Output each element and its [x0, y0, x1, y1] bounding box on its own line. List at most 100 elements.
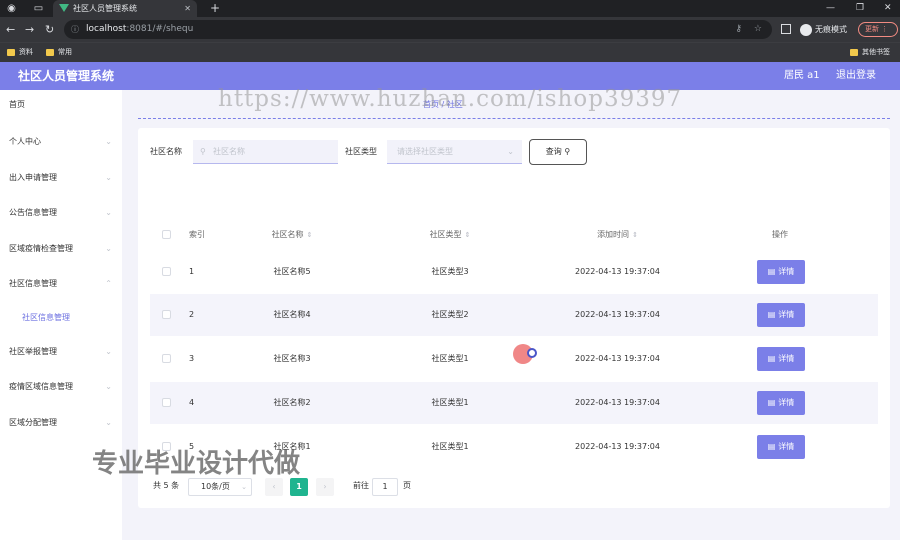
side-panel-icon[interactable] [781, 24, 791, 34]
header-label: 添加时间 [597, 230, 630, 239]
minimize-icon[interactable]: — [826, 0, 835, 17]
name-input-placeholder: 社区名称 [213, 147, 245, 156]
key-icon[interactable]: ⚷ [735, 20, 742, 39]
vue-logo-icon [59, 4, 69, 12]
logout-link[interactable]: 退出登录 [836, 62, 876, 90]
query-button-label: 查询 [545, 147, 562, 156]
new-tab-icon[interactable]: + [210, 0, 220, 17]
browser-tab[interactable]: 社区人员管理系统 ✕ [53, 0, 197, 17]
sort-icon[interactable]: ⇕ [465, 231, 471, 239]
chevron-down-icon: ⌄ [105, 418, 112, 427]
detail-button[interactable]: ▤ 详情 [757, 260, 805, 284]
cell-name: 社区名称3 [273, 354, 311, 363]
header-name[interactable]: 社区名称 ⇕ [242, 220, 342, 250]
cell-name: 社区名称5 [273, 267, 311, 276]
detail-label: 详情 [778, 398, 795, 407]
chevron-down-icon: ⌄ [241, 483, 247, 491]
maximize-icon[interactable]: ❐ [856, 0, 864, 17]
table-row: 2 社区名称4 社区类型2 2022-04-13 19:37:04 ▤ 详情 [150, 294, 878, 336]
table-row: 4 社区名称2 社区类型1 2022-04-13 19:37:04 ▤ 详情 [150, 382, 878, 424]
bookmark-label: 资料 [19, 48, 33, 56]
select-all-checkbox[interactable] [162, 230, 171, 239]
sidebar-item-community-info[interactable]: 社区信息管理 ⌃ [0, 274, 122, 294]
cell-index: 1 [189, 267, 195, 276]
update-label: 更新 [865, 25, 879, 33]
query-button[interactable]: 查询 ⚲ [529, 139, 587, 165]
chevron-down-icon: ⌄ [105, 347, 112, 356]
page-number-current[interactable]: 1 [290, 478, 308, 496]
address-bar[interactable]: ⓘ localhost:8081/#/shequ ⚷ ☆ [64, 20, 772, 39]
goto-page-input[interactable]: 1 [372, 478, 398, 496]
sidebar-item-announcements[interactable]: 公告信息管理 ⌄ [0, 203, 122, 223]
site-info-icon[interactable]: ⓘ [71, 20, 79, 39]
sidebar-subitem-community-info[interactable]: 社区信息管理 [0, 308, 122, 328]
sidebar-item-reports[interactable]: 社区举报管理 ⌄ [0, 342, 122, 362]
browser-menu-icon[interactable]: ◉ [6, 3, 17, 14]
document-icon: ▤ [767, 267, 776, 276]
detail-button[interactable]: ▤ 详情 [757, 303, 805, 327]
url-watermark: https://www.huzhan.com/ishop39397 [218, 86, 683, 112]
update-button[interactable]: 更新 ⋮ [858, 22, 898, 37]
chevron-right-icon: › [323, 482, 327, 491]
page-size-select[interactable]: 10条/页 ⌄ [188, 478, 252, 496]
detail-label: 详情 [778, 267, 795, 276]
community-type-select[interactable]: 请选择社区类型 ⌄ [387, 140, 522, 164]
row-checkbox[interactable] [162, 310, 171, 319]
sidebar-item-access-requests[interactable]: 出入申请管理 ⌄ [0, 168, 122, 188]
cell-time: 2022-04-13 19:37:04 [575, 310, 660, 319]
sidebar-item-profile[interactable]: 个人中心 ⌄ [0, 132, 122, 152]
sidebar-item-epidemic-checks[interactable]: 区域疫情检查管理 ⌄ [0, 239, 122, 259]
sidebar-item-label: 疫情区域信息管理 [9, 382, 73, 391]
other-bookmarks-label: 其他书签 [862, 48, 890, 56]
community-name-input[interactable]: ⚲ 社区名称 [193, 140, 338, 164]
folder-icon [850, 48, 858, 56]
table-header: 索引 社区名称 ⇕ 社区类型 ⇕ 添加时间 ⇕ 操作 [150, 220, 878, 250]
back-icon[interactable]: ← [6, 23, 15, 36]
cell-time: 2022-04-13 19:37:04 [575, 398, 660, 407]
chevron-up-icon: ⌃ [105, 279, 112, 288]
sort-icon[interactable]: ⇕ [632, 231, 638, 239]
sidebar-item-label: 区域分配管理 [9, 418, 57, 427]
incognito-label: 无痕模式 [815, 25, 847, 34]
sidebar-item-label: 出入申请管理 [9, 173, 57, 182]
chevron-down-icon: ⌄ [507, 147, 514, 156]
row-checkbox[interactable] [162, 354, 171, 363]
detail-button[interactable]: ▤ 详情 [757, 347, 805, 371]
pagination-total: 共 5 条 [153, 481, 180, 490]
tab-search-icon[interactable]: ▭ [33, 3, 44, 14]
sidebar-item-label: 社区信息管理 [9, 279, 57, 288]
search-icon: ⚲ [200, 147, 206, 156]
detail-button[interactable]: ▤ 详情 [757, 391, 805, 415]
type-filter-label: 社区类型 [345, 147, 377, 156]
header-type[interactable]: 社区类型 ⇕ [385, 220, 515, 250]
sidebar-item-label: 社区举报管理 [9, 347, 57, 356]
header-action: 操作 [730, 220, 830, 250]
sidebar-item-home[interactable]: 首页 [0, 95, 122, 115]
bookmark-changyong[interactable]: 常用 [46, 47, 72, 58]
document-icon: ▤ [767, 310, 776, 319]
bookmarks-bar: 资料 常用 其他书签 [0, 42, 900, 62]
bookmark-star-icon[interactable]: ☆ [754, 20, 762, 39]
window-close-icon[interactable]: ✕ [884, 0, 892, 17]
bookmark-ziliao[interactable]: 资料 [7, 47, 33, 58]
forward-icon[interactable]: → [25, 23, 34, 36]
row-checkbox[interactable] [162, 267, 171, 276]
table-row: 1 社区名称5 社区类型3 2022-04-13 19:37:04 ▤ 详情 [150, 251, 878, 293]
current-user: 居民 a1 [784, 70, 820, 81]
next-page-button[interactable]: › [316, 478, 334, 496]
header-time[interactable]: 添加时间 ⇕ [540, 220, 695, 250]
sidebar-item-label: 公告信息管理 [9, 208, 57, 217]
sidebar-item-area-allocation[interactable]: 区域分配管理 ⌄ [0, 413, 122, 433]
other-bookmarks[interactable]: 其他书签 [850, 47, 890, 58]
reload-icon[interactable]: ↻ [45, 23, 54, 36]
tab-close-icon[interactable]: ✕ [184, 0, 191, 17]
sidebar-item-epidemic-areas[interactable]: 疫情区域信息管理 ⌄ [0, 377, 122, 397]
incognito-icon [800, 23, 812, 36]
cell-index: 2 [189, 310, 195, 319]
sidebar-item-label: 首页 [9, 100, 25, 109]
prev-page-button[interactable]: ‹ [265, 478, 283, 496]
detail-button[interactable]: ▤ 详情 [757, 435, 805, 459]
header-label: 社区类型 [429, 230, 462, 239]
sort-icon[interactable]: ⇕ [307, 231, 313, 239]
row-checkbox[interactable] [162, 398, 171, 407]
